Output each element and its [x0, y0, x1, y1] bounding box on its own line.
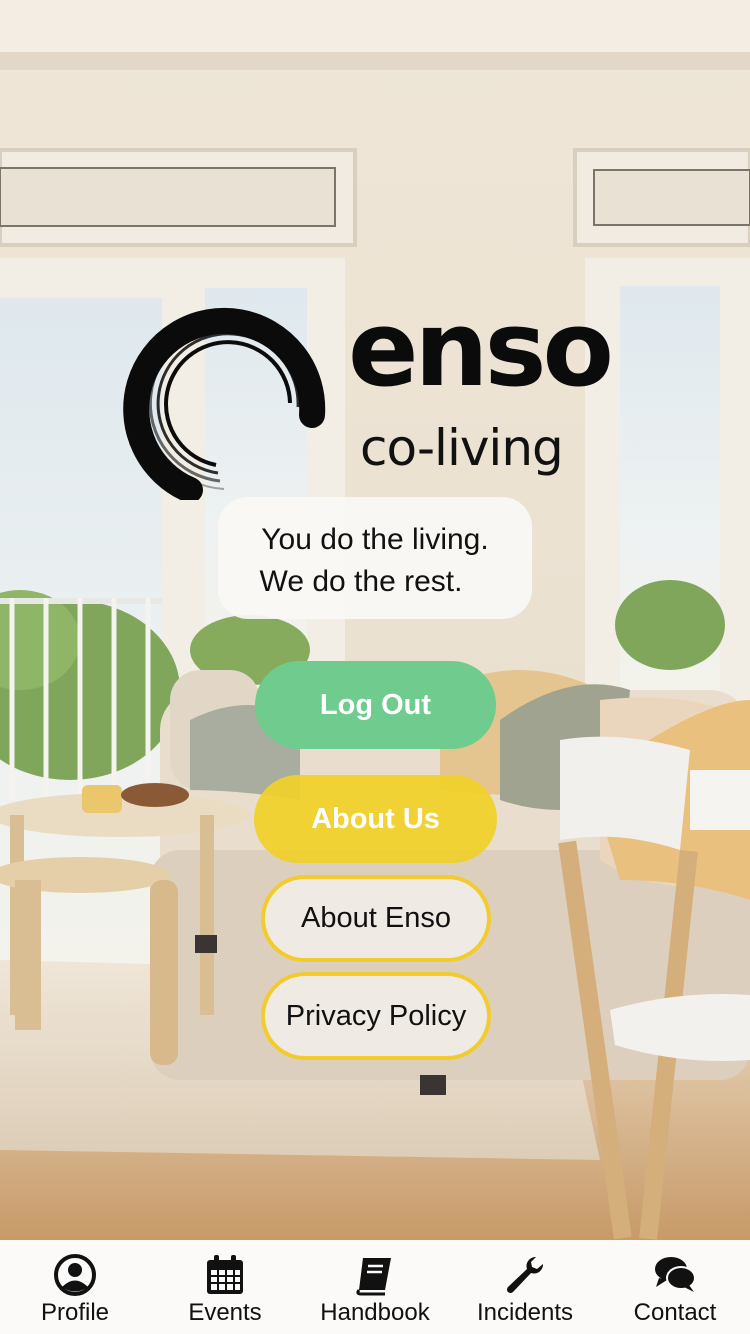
- brand-subtitle: co-living: [360, 419, 564, 477]
- enso-circle-icon: [123, 307, 326, 500]
- tagline-line-2: We do the rest.: [259, 565, 463, 598]
- tab-events[interactable]: Events: [150, 1240, 300, 1334]
- tab-handbook[interactable]: Handbook: [300, 1240, 450, 1334]
- about-enso-button[interactable]: About Enso: [261, 875, 491, 962]
- tab-label: Handbook: [320, 1299, 430, 1326]
- bottom-tab-bar: Profile Events Handbook Incidents Contac…: [0, 1240, 750, 1334]
- tab-incidents[interactable]: Incidents: [450, 1240, 600, 1334]
- about-us-button[interactable]: About Us: [254, 775, 497, 863]
- wrench-icon: [506, 1256, 544, 1294]
- user-circle-icon: [54, 1254, 96, 1296]
- tab-label: Contact: [633, 1299, 717, 1326]
- chat-bubbles-icon: [655, 1257, 696, 1292]
- privacy-policy-button[interactable]: Privacy Policy: [261, 972, 491, 1060]
- logout-button[interactable]: Log Out: [255, 661, 496, 749]
- tab-label: Incidents: [476, 1299, 574, 1326]
- tab-contact[interactable]: Contact: [600, 1240, 750, 1334]
- calendar-icon: [207, 1255, 243, 1294]
- book-icon: [356, 1258, 391, 1296]
- tab-profile[interactable]: Profile: [0, 1240, 150, 1334]
- tab-label: Profile: [40, 1299, 110, 1326]
- brand-logo: enso co-living: [120, 297, 640, 500]
- tab-label: Events: [188, 1299, 262, 1326]
- brand-name: enso: [348, 288, 614, 410]
- tagline-card: You do the living. We do the rest.: [218, 497, 532, 619]
- tagline-line-1: You do the living.: [261, 523, 489, 556]
